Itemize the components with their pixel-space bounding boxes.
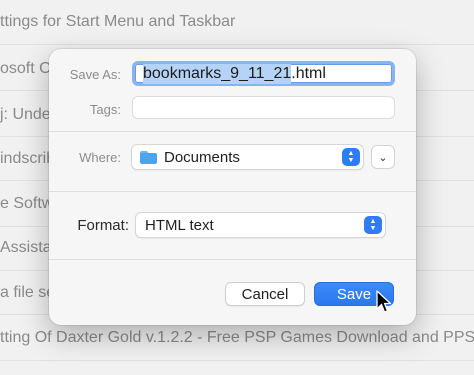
tags-label: Tags: [89,102,121,117]
tags-input[interactable] [132,96,395,119]
format-value: HTML text [145,216,214,234]
background-line: j: Under [0,106,57,123]
where-value: Documents [164,148,240,166]
background-line: e Softw [0,195,54,212]
background-divider [0,44,474,45]
where-popup[interactable]: Documents ▲ ▼ [131,144,364,170]
filename-extension: .html [291,64,326,82]
filename-input[interactable]: bookmarks_9_11_21 .html [132,61,395,86]
background-line: Assista [0,239,52,256]
chevron-updown-icon: ▲ ▼ [364,216,382,234]
background-line: indscrib [0,150,56,167]
background-line: a file se [0,284,56,301]
chevron-down-icon: ⌄ [378,151,388,164]
filename-selected-text: bookmarks_9_11_21 [143,63,292,84]
background-line: tting Of Daxter Gold v.1.2.2 - Free PSP … [0,329,474,346]
format-label: Format: [77,217,129,234]
pointer-cursor-icon [376,290,392,313]
divider [49,191,416,192]
background-line: ttings for Start Menu and Taskbar [0,13,236,30]
background-divider [0,360,474,361]
chevron-updown-icon: ▲ ▼ [342,148,360,166]
expand-button[interactable]: ⌄ [371,145,395,169]
divider [49,131,416,132]
format-popup[interactable]: HTML text ▲ ▼ [135,212,386,238]
divider [49,259,416,260]
where-label: Where: [79,150,121,165]
save-as-label: Save As: [69,67,121,82]
save-dialog: Save As: bookmarks_9_11_21 .html Tags: Wh… [49,49,416,325]
cancel-button[interactable]: Cancel [225,282,305,306]
folder-icon [140,150,157,164]
